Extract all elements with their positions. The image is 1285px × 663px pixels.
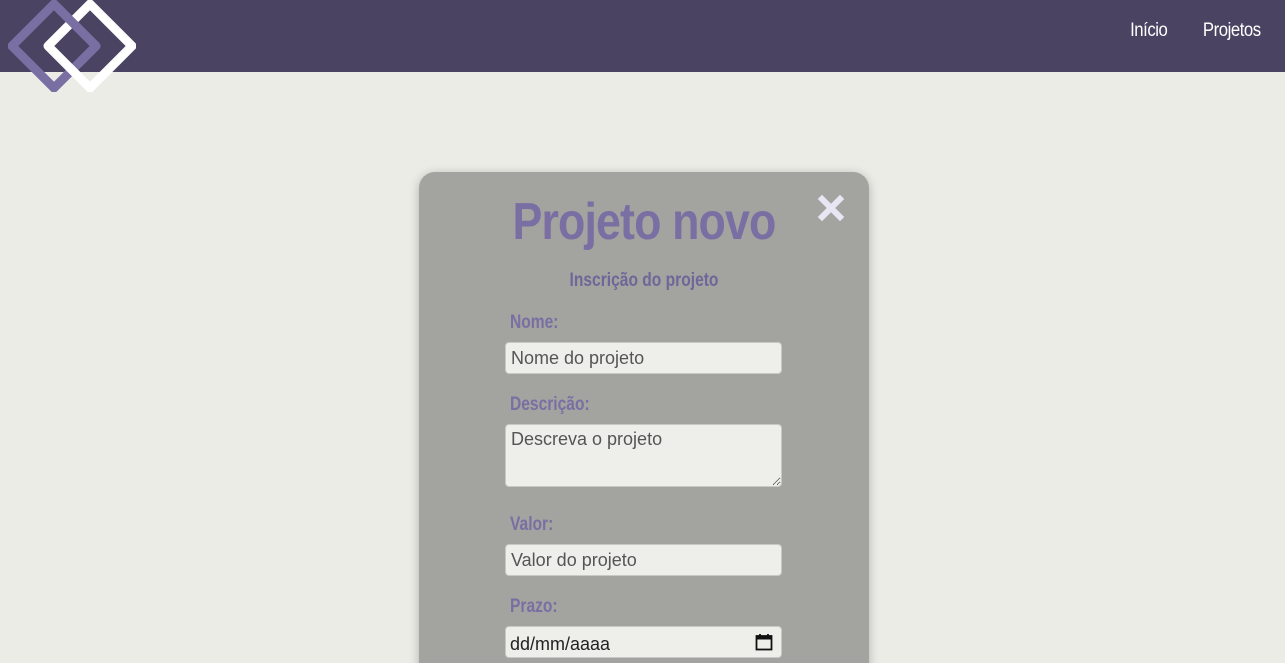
new-project-form: Projeto novo Inscrição do projeto Nome: …: [419, 172, 869, 663]
nav-link-inicio[interactable]: Início: [1130, 20, 1168, 42]
nav-link-projetos[interactable]: Projetos: [1203, 20, 1261, 42]
form-subtitle: Inscrição do projeto: [569, 270, 719, 291]
form-title: Projeto novo: [512, 193, 777, 251]
name-label: Nome:: [510, 312, 559, 333]
value-label: Valor:: [510, 514, 554, 535]
name-input[interactable]: [505, 342, 782, 374]
deadline-date-placeholder: dd/mm/aaaa: [510, 634, 611, 654]
deadline-label: Prazo:: [510, 596, 558, 617]
value-input[interactable]: [505, 544, 782, 576]
navbar: Início Projetos: [0, 0, 1285, 92]
description-textarea[interactable]: [505, 424, 782, 487]
calendar-icon[interactable]: [755, 633, 773, 651]
logo-icon[interactable]: [8, 0, 136, 92]
nav-links: Início Projetos: [1125, 20, 1261, 42]
description-label: Descrição:: [510, 394, 590, 415]
